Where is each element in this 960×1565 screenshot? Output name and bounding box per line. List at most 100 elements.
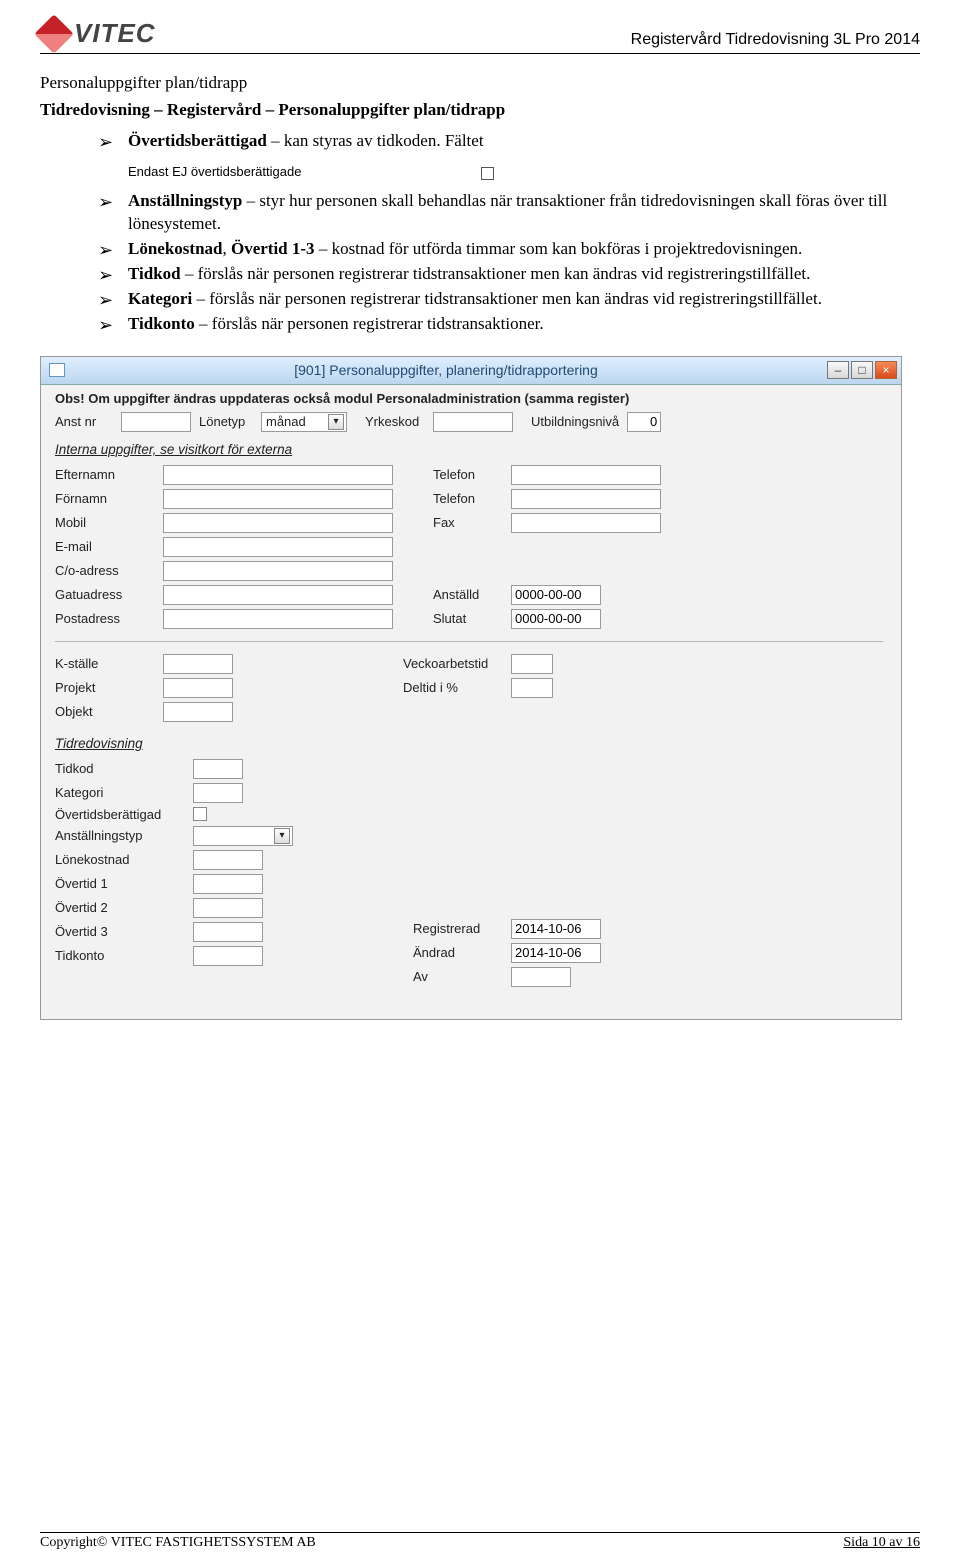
deltid-label: Deltid i % [403,680,503,695]
objekt-input[interactable] [163,702,233,722]
bullet-text: – förslås när personen registrerar tidst… [192,289,822,308]
gatu-input[interactable] [163,585,393,605]
efternamn-label: Efternamn [55,467,155,482]
checkbox-icon [481,167,494,180]
post-input[interactable] [163,609,393,629]
copyright-prefix: Copyright© V [40,1535,121,1550]
section-tidredovisning-title: Tidredovisning [55,736,883,751]
kategori-input[interactable] [193,783,243,803]
bullet-label: Kategori [128,289,192,308]
veckoarbetstid-input[interactable] [511,654,553,674]
logo-mark-icon [34,14,74,54]
slutat-input[interactable] [511,609,601,629]
co-input[interactable] [163,561,393,581]
utbildningsniva-input[interactable] [627,412,661,432]
anstallningstyp-select[interactable]: ▾ [193,826,293,846]
email-input[interactable] [163,537,393,557]
tidkod-input[interactable] [193,759,243,779]
bullet-text: – kostnad för utförda timmar som kan bok… [315,239,803,258]
tidkod-label: Tidkod [55,761,185,776]
overtidsberattigad-label: Övertidsberättigad [55,807,185,822]
anstallningstyp-label: Anställningstyp [55,828,185,843]
yrkeskod-label: Yrkeskod [365,414,425,429]
efternamn-input[interactable] [163,465,393,485]
inline-checkbox-label: Endast EJ övertidsberättigade [128,163,301,181]
lonetype-select[interactable]: månad ▾ [261,412,347,432]
projekt-label: Projekt [55,680,155,695]
telefon-input-1[interactable] [511,465,661,485]
lonekostnad-label: Lönekostnad [55,852,185,867]
copyright-text: Copyright© VITEC FASTIGHETSSYSTEM AB [40,1535,316,1551]
maximize-button[interactable]: □ [851,361,873,379]
bullet-label: Tidkod [128,264,181,283]
fornamn-label: Förnamn [55,491,155,506]
gatu-label: Gatuadress [55,587,155,602]
bullet-label: Anställningstyp [128,191,242,210]
telefon-label-1: Telefon [433,467,503,482]
registrerad-input[interactable] [511,919,601,939]
overtid1-input[interactable] [193,874,263,894]
fax-input[interactable] [511,513,661,533]
app-window: [901] Personaluppgifter, planering/tidra… [40,356,902,1020]
registrerad-label: Registrerad [413,921,503,936]
minimize-button[interactable]: – [827,361,849,379]
telefon-label-2: Telefon [433,491,503,506]
overtid1-label: Övertid 1 [55,876,185,891]
telefon-input-2[interactable] [511,489,661,509]
lonekostnad-input[interactable] [193,850,263,870]
mobil-label: Mobil [55,515,155,530]
kstalle-label: K-ställe [55,656,155,671]
bullet-list-top: Övertidsberättigad – kan styras av tidko… [40,130,920,153]
fax-label: Fax [433,515,503,530]
kstalle-input[interactable] [163,654,233,674]
projekt-input[interactable] [163,678,233,698]
objekt-label: Objekt [55,704,155,719]
section-heading-1: Personaluppgifter plan/tidrapp [40,72,920,95]
andrad-input[interactable] [511,943,601,963]
slutat-label: Slutat [433,611,503,626]
bullet-text: – förslås när personen registrerar tidst… [195,314,544,333]
lonetype-value: månad [266,414,306,429]
bullet-label: Övertidsberättigad [128,131,267,150]
yrkeskod-input[interactable] [433,412,513,432]
bullet-label: Tidkonto [128,314,195,333]
email-label: E-mail [55,539,155,554]
page-number: Sida 10 av 16 [843,1535,920,1551]
co-label: C/o-adress [55,563,155,578]
mobil-input[interactable] [163,513,393,533]
tidkonto-label: Tidkonto [55,948,185,963]
close-button[interactable]: × [875,361,897,379]
anstalld-label: Anställd [433,587,503,602]
bullet-kategori: Kategori – förslås när personen registre… [98,288,920,311]
tidkonto-input[interactable] [193,946,263,966]
bullet-text: – förslås när personen registrerar tidst… [181,264,811,283]
av-label: Av [413,969,503,984]
bullet-list: Anställningstyp – styr hur personen skal… [40,190,920,336]
bullet-anstallningstyp: Anställningstyp – styr hur personen skal… [98,190,920,236]
window-icon [49,363,65,377]
page-header: VITEC Registervård Tidredovisning 3L Pro… [40,18,920,54]
bullet-lonekostnad: Lönekostnad, Övertid 1-3 – kostnad för u… [98,238,920,261]
anstnr-label: Anst nr [55,414,113,429]
bullet-overtidsberattigad: Övertidsberättigad – kan styras av tidko… [98,130,920,153]
lonetype-label: Lönetyp [199,414,253,429]
chevron-down-icon: ▾ [274,828,290,844]
section-internal-title: Interna uppgifter, se visitkort för exte… [55,442,883,457]
av-input[interactable] [511,967,571,987]
copyright-rest: ITEC FASTIGHETSSYSTEM AB [121,1535,316,1550]
bullet-tidkod: Tidkod – förslås när personen registrera… [98,263,920,286]
anstnr-input[interactable] [121,412,191,432]
overtid3-input[interactable] [193,922,263,942]
bullet-text: – styr hur personen skall behandlas när … [128,191,887,233]
notice-text: Obs! Om uppgifter ändras uppdateras ocks… [55,391,883,406]
bullet-text: – kan styras av tidkoden. Fältet [267,131,484,150]
deltid-input[interactable] [511,678,553,698]
fornamn-input[interactable] [163,489,393,509]
overtidsberattigad-checkbox[interactable] [193,807,207,821]
overtid3-label: Övertid 3 [55,924,185,939]
overtid2-label: Övertid 2 [55,900,185,915]
anstalld-input[interactable] [511,585,601,605]
utbildningsniva-label: Utbildningsnivå [531,414,619,429]
divider [55,641,883,642]
overtid2-input[interactable] [193,898,263,918]
